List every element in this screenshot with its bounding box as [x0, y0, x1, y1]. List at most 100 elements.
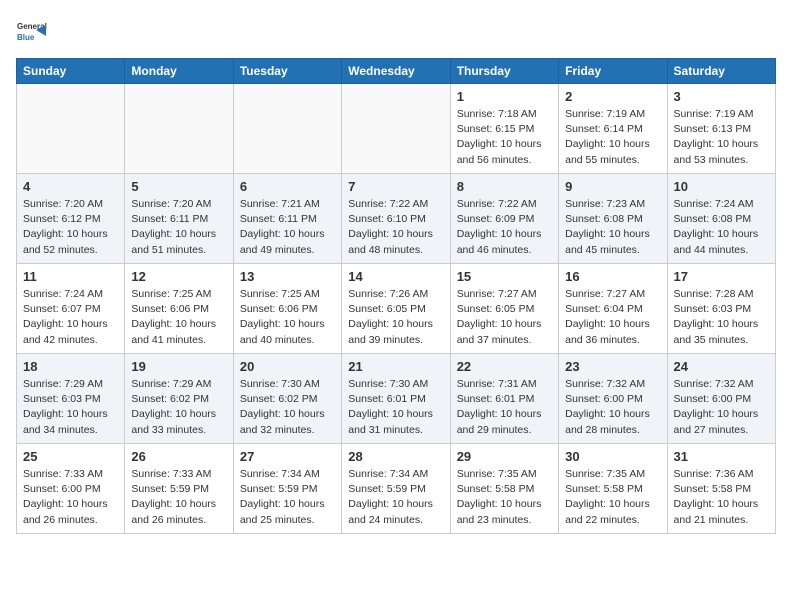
weekday-header-wednesday: Wednesday: [342, 59, 450, 84]
day-info: Sunrise: 7:29 AMSunset: 6:03 PMDaylight:…: [23, 377, 118, 438]
day-cell: 22Sunrise: 7:31 AMSunset: 6:01 PMDayligh…: [450, 354, 558, 444]
day-info: Sunrise: 7:33 AMSunset: 6:00 PMDaylight:…: [23, 467, 118, 528]
weekday-header-friday: Friday: [559, 59, 667, 84]
day-number: 20: [240, 359, 335, 374]
day-cell: [17, 84, 125, 174]
day-cell: 29 Sunrise: 7:35 AMSunset: 5:58 PMDayligh…: [450, 444, 558, 534]
day-cell: 16 Sunrise: 7:27 AMSunset: 6:04 PMDayligh…: [559, 264, 667, 354]
day-cell: 24Sunrise: 7:32 AMSunset: 6:00 PMDayligh…: [667, 354, 775, 444]
day-info: Sunrise: 7:18 AMSunset: 6:15 PMDaylight:…: [457, 107, 552, 168]
day-number: 2: [565, 89, 660, 104]
day-info: Sunrise: 7:33 AMSunset: 5:59 PMDaylight:…: [131, 467, 226, 528]
day-cell: 27Sunrise: 7:34 AMSunset: 5:59 PMDayligh…: [233, 444, 341, 534]
day-cell: 31 Sunrise: 7:36 AMSunset: 5:58 PMDayligh…: [667, 444, 775, 534]
day-info: Sunrise: 7:24 AMSunset: 6:08 PMDaylight:…: [674, 197, 769, 258]
day-cell: 13Sunrise: 7:25 AMSunset: 6:06 PMDayligh…: [233, 264, 341, 354]
day-cell: [233, 84, 341, 174]
day-number: 26: [131, 449, 226, 464]
day-cell: 23 Sunrise: 7:32 AMSunset: 6:00 PMDayligh…: [559, 354, 667, 444]
day-info: Sunrise: 7:27 AMSunset: 6:05 PMDaylight:…: [457, 287, 552, 348]
day-cell: 18 Sunrise: 7:29 AMSunset: 6:03 PMDayligh…: [17, 354, 125, 444]
day-cell: 7 Sunrise: 7:22 AMSunset: 6:10 PMDaylight…: [342, 174, 450, 264]
day-cell: 3Sunrise: 7:19 AMSunset: 6:13 PMDaylight…: [667, 84, 775, 174]
day-number: 21: [348, 359, 443, 374]
day-number: 31: [674, 449, 769, 464]
day-cell: 4 Sunrise: 7:20 AMSunset: 6:12 PMDaylight…: [17, 174, 125, 264]
day-info: Sunrise: 7:36 AMSunset: 5:58 PMDaylight:…: [674, 467, 769, 528]
week-row-4: 18 Sunrise: 7:29 AMSunset: 6:03 PMDayligh…: [17, 354, 776, 444]
day-cell: [342, 84, 450, 174]
weekday-header-saturday: Saturday: [667, 59, 775, 84]
day-info: Sunrise: 7:26 AMSunset: 6:05 PMDaylight:…: [348, 287, 443, 348]
day-cell: 8 Sunrise: 7:22 AMSunset: 6:09 PMDaylight…: [450, 174, 558, 264]
day-cell: 11 Sunrise: 7:24 AMSunset: 6:07 PMDayligh…: [17, 264, 125, 354]
day-cell: 2 Sunrise: 7:19 AMSunset: 6:14 PMDaylight…: [559, 84, 667, 174]
day-number: 13: [240, 269, 335, 284]
day-number: 11: [23, 269, 118, 284]
day-cell: 5Sunrise: 7:20 AMSunset: 6:11 PMDaylight…: [125, 174, 233, 264]
day-info: Sunrise: 7:19 AMSunset: 6:14 PMDaylight:…: [565, 107, 660, 168]
weekday-header-row: SundayMondayTuesdayWednesdayThursdayFrid…: [17, 59, 776, 84]
day-cell: 20Sunrise: 7:30 AMSunset: 6:02 PMDayligh…: [233, 354, 341, 444]
day-info: Sunrise: 7:27 AMSunset: 6:04 PMDaylight:…: [565, 287, 660, 348]
day-cell: 1 Sunrise: 7:18 AMSunset: 6:15 PMDaylight…: [450, 84, 558, 174]
day-cell: 30Sunrise: 7:35 AMSunset: 5:58 PMDayligh…: [559, 444, 667, 534]
logo: General Blue: [16, 16, 48, 48]
day-number: 4: [23, 179, 118, 194]
day-info: Sunrise: 7:20 AMSunset: 6:12 PMDaylight:…: [23, 197, 118, 258]
page-header: General Blue: [16, 16, 776, 48]
day-number: 17: [674, 269, 769, 284]
day-number: 29: [457, 449, 552, 464]
day-cell: 6 Sunrise: 7:21 AMSunset: 6:11 PMDaylight…: [233, 174, 341, 264]
day-number: 8: [457, 179, 552, 194]
weekday-header-tuesday: Tuesday: [233, 59, 341, 84]
day-info: Sunrise: 7:22 AMSunset: 6:10 PMDaylight:…: [348, 197, 443, 258]
day-cell: 25Sunrise: 7:33 AMSunset: 6:00 PMDayligh…: [17, 444, 125, 534]
day-number: 5: [131, 179, 226, 194]
day-number: 16: [565, 269, 660, 284]
day-info: Sunrise: 7:30 AMSunset: 6:01 PMDaylight:…: [348, 377, 443, 438]
day-cell: 15Sunrise: 7:27 AMSunset: 6:05 PMDayligh…: [450, 264, 558, 354]
day-info: Sunrise: 7:22 AMSunset: 6:09 PMDaylight:…: [457, 197, 552, 258]
logo-graphic: General Blue: [16, 16, 48, 48]
day-number: 9: [565, 179, 660, 194]
day-info: Sunrise: 7:25 AMSunset: 6:06 PMDaylight:…: [131, 287, 226, 348]
day-number: 19: [131, 359, 226, 374]
day-cell: [125, 84, 233, 174]
day-info: Sunrise: 7:29 AMSunset: 6:02 PMDaylight:…: [131, 377, 226, 438]
week-row-5: 25Sunrise: 7:33 AMSunset: 6:00 PMDayligh…: [17, 444, 776, 534]
day-number: 14: [348, 269, 443, 284]
day-cell: 10Sunrise: 7:24 AMSunset: 6:08 PMDayligh…: [667, 174, 775, 264]
day-cell: 26 Sunrise: 7:33 AMSunset: 5:59 PMDayligh…: [125, 444, 233, 534]
day-info: Sunrise: 7:21 AMSunset: 6:11 PMDaylight:…: [240, 197, 335, 258]
day-info: Sunrise: 7:28 AMSunset: 6:03 PMDaylight:…: [674, 287, 769, 348]
weekday-header-sunday: Sunday: [17, 59, 125, 84]
day-info: Sunrise: 7:32 AMSunset: 6:00 PMDaylight:…: [674, 377, 769, 438]
day-number: 22: [457, 359, 552, 374]
day-number: 18: [23, 359, 118, 374]
day-info: Sunrise: 7:34 AMSunset: 5:59 PMDaylight:…: [348, 467, 443, 528]
svg-text:Blue: Blue: [17, 33, 35, 42]
day-number: 28: [348, 449, 443, 464]
week-row-2: 4 Sunrise: 7:20 AMSunset: 6:12 PMDaylight…: [17, 174, 776, 264]
weekday-header-monday: Monday: [125, 59, 233, 84]
day-number: 6: [240, 179, 335, 194]
calendar-table: SundayMondayTuesdayWednesdayThursdayFrid…: [16, 58, 776, 534]
day-info: Sunrise: 7:24 AMSunset: 6:07 PMDaylight:…: [23, 287, 118, 348]
day-number: 1: [457, 89, 552, 104]
day-info: Sunrise: 7:35 AMSunset: 5:58 PMDaylight:…: [565, 467, 660, 528]
day-number: 3: [674, 89, 769, 104]
day-cell: 28 Sunrise: 7:34 AMSunset: 5:59 PMDayligh…: [342, 444, 450, 534]
weekday-header-thursday: Thursday: [450, 59, 558, 84]
day-cell: 19 Sunrise: 7:29 AMSunset: 6:02 PMDayligh…: [125, 354, 233, 444]
day-info: Sunrise: 7:35 AMSunset: 5:58 PMDaylight:…: [457, 467, 552, 528]
day-info: Sunrise: 7:32 AMSunset: 6:00 PMDaylight:…: [565, 377, 660, 438]
day-cell: 9Sunrise: 7:23 AMSunset: 6:08 PMDaylight…: [559, 174, 667, 264]
day-number: 12: [131, 269, 226, 284]
week-row-1: 1 Sunrise: 7:18 AMSunset: 6:15 PMDaylight…: [17, 84, 776, 174]
day-number: 7: [348, 179, 443, 194]
day-cell: 17 Sunrise: 7:28 AMSunset: 6:03 PMDayligh…: [667, 264, 775, 354]
week-row-3: 11 Sunrise: 7:24 AMSunset: 6:07 PMDayligh…: [17, 264, 776, 354]
day-number: 23: [565, 359, 660, 374]
day-cell: 14 Sunrise: 7:26 AMSunset: 6:05 PMDayligh…: [342, 264, 450, 354]
